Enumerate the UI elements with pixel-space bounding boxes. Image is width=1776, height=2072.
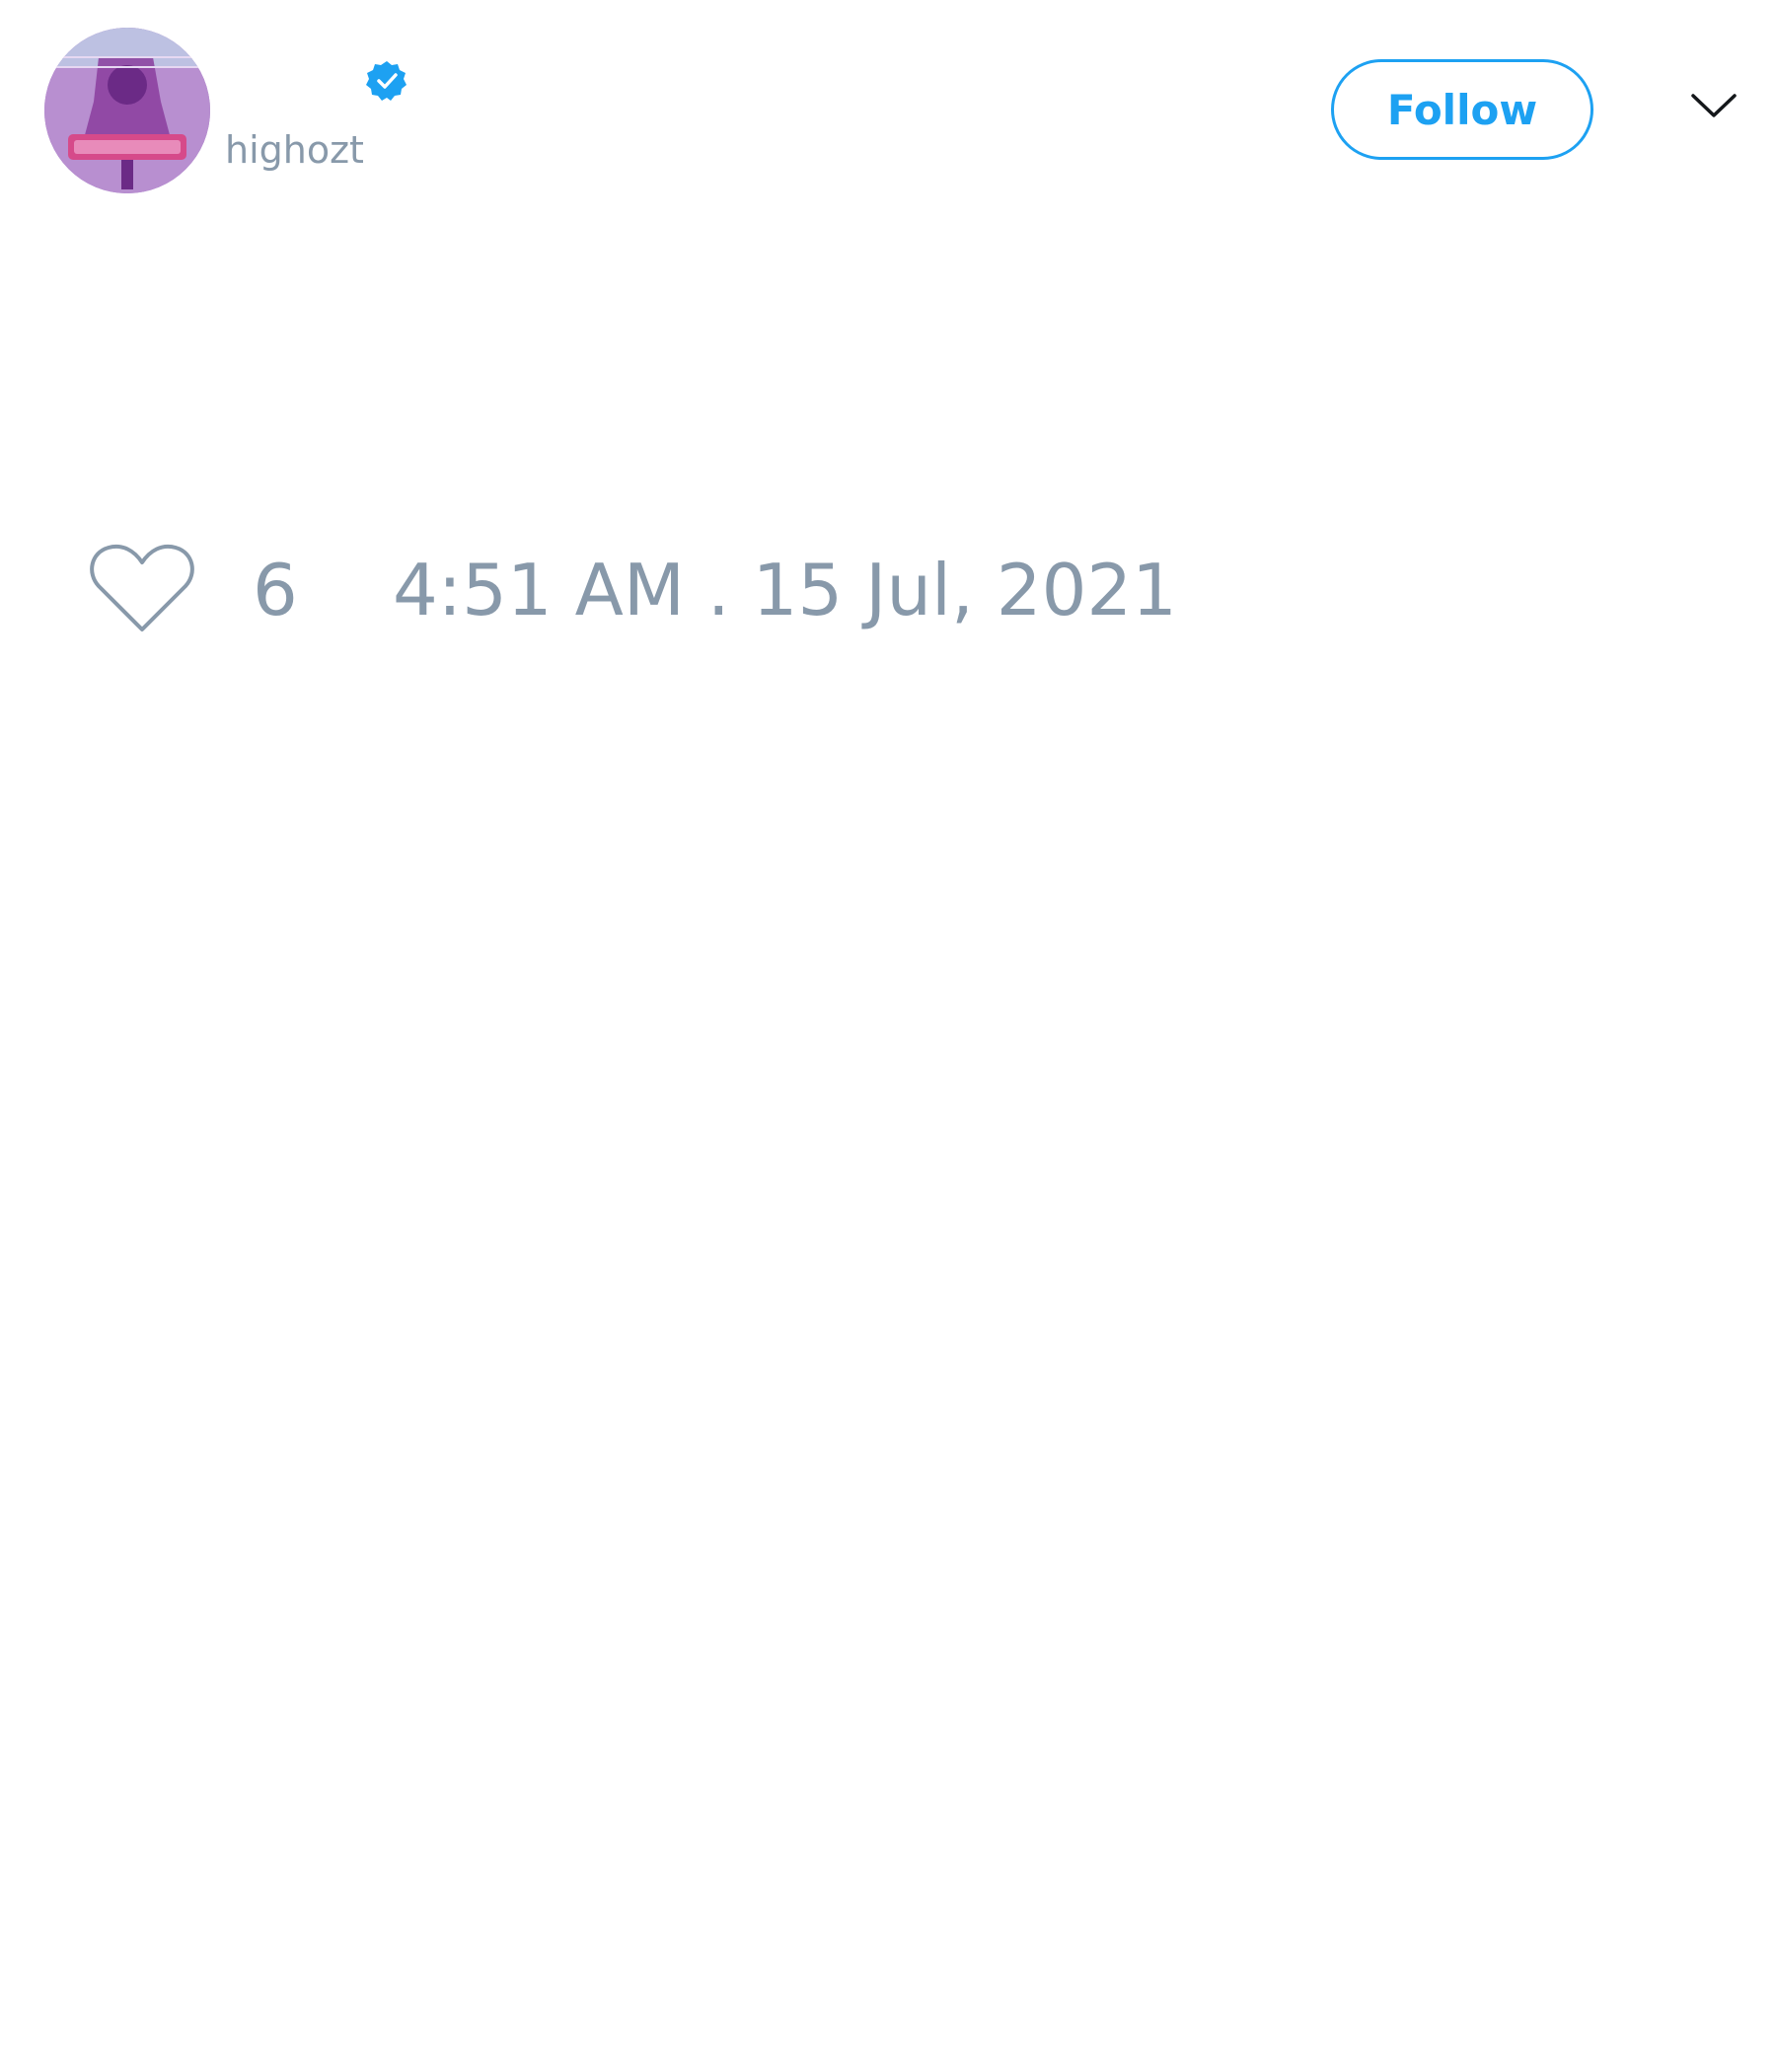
follow-button[interactable]: Follow (1331, 59, 1593, 160)
tweet-timestamp[interactable]: 4:51 AM . 15 Jul, 2021 (393, 549, 1177, 631)
avatar[interactable] (44, 28, 210, 193)
chevron-down-icon[interactable] (1690, 91, 1738, 120)
author-handle[interactable]: highozt (225, 126, 364, 174)
verified-badge-icon (366, 61, 407, 101)
heart-icon[interactable] (89, 541, 195, 635)
tweet-embed: highozt Follow 6 4:51 AM . 15 Jul, 2021 (0, 0, 1776, 2072)
like-count: 6 (253, 549, 298, 631)
avatar-icon (44, 28, 210, 193)
